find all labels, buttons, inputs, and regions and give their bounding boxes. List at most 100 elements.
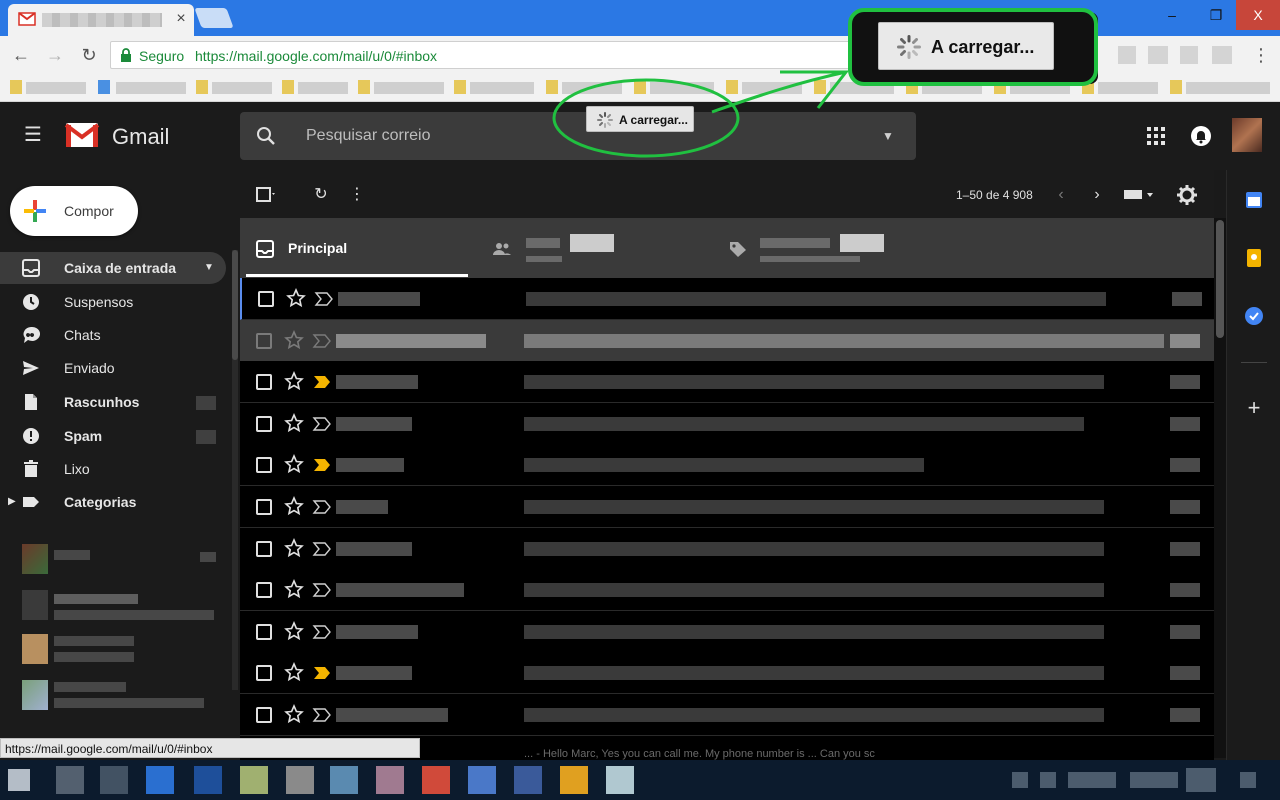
notification-center-icon[interactable] — [1240, 772, 1256, 788]
bookmark-folder-icon[interactable] — [1170, 80, 1182, 94]
row-checkbox[interactable] — [256, 623, 272, 640]
calendar-icon[interactable] — [1244, 190, 1264, 210]
tray-icons-blurred[interactable] — [1130, 772, 1178, 788]
sidebar-item-snoozed[interactable]: Suspensos — [0, 286, 226, 318]
important-marker-icon[interactable] — [314, 290, 334, 308]
mail-list-scrollbar-thumb[interactable] — [1216, 220, 1224, 338]
hangouts-contact[interactable] — [0, 540, 232, 580]
forward-arrow-icon[interactable]: → — [44, 44, 66, 66]
newer-page-icon[interactable]: ‹ — [1050, 184, 1072, 206]
sidebar-item-categories[interactable]: ▶ Categorias — [0, 486, 226, 518]
bookmark-folder-icon[interactable] — [634, 80, 646, 94]
table-row[interactable] — [240, 444, 1214, 487]
hangouts-contact[interactable] — [0, 630, 232, 670]
tray-icon[interactable] — [1012, 772, 1028, 788]
bookmark-item[interactable] — [212, 82, 272, 94]
window-close-button[interactable]: X — [1236, 0, 1280, 30]
star-icon[interactable] — [284, 537, 304, 558]
back-arrow-icon[interactable]: ← — [10, 44, 32, 66]
important-marker-icon[interactable] — [312, 373, 332, 391]
row-checkbox[interactable] — [256, 332, 272, 349]
important-marker-icon[interactable] — [312, 581, 332, 599]
taskbar-app-icon[interactable] — [56, 766, 84, 794]
table-row[interactable] — [240, 402, 1214, 445]
new-tab-button[interactable] — [194, 8, 234, 28]
older-page-icon[interactable]: › — [1086, 184, 1108, 206]
tab-close-icon[interactable]: × — [172, 10, 190, 28]
row-checkbox[interactable] — [256, 457, 272, 474]
bookmark-item[interactable] — [116, 82, 186, 94]
taskbar-app-icon[interactable] — [606, 766, 634, 794]
bookmark-folder-icon[interactable] — [454, 80, 466, 94]
sidebar-item-inbox[interactable]: Caixa de entrada ▼ — [0, 252, 226, 284]
bookmark-item[interactable] — [374, 82, 444, 94]
row-checkbox[interactable] — [256, 415, 272, 432]
row-checkbox[interactable] — [256, 582, 272, 599]
add-addon-icon[interactable]: + — [1244, 397, 1264, 419]
browser-tab-gmail[interactable]: × — [8, 4, 194, 36]
important-marker-icon[interactable] — [312, 706, 332, 724]
bookmark-item[interactable] — [26, 82, 86, 94]
star-icon[interactable] — [286, 288, 306, 308]
table-row[interactable] — [240, 278, 1214, 320]
row-checkbox[interactable] — [256, 540, 272, 557]
reload-icon[interactable]: ↻ — [78, 44, 100, 66]
important-marker-icon[interactable] — [312, 664, 332, 682]
important-marker-icon[interactable] — [312, 623, 332, 641]
star-icon[interactable] — [284, 704, 304, 724]
taskbar-app-icon[interactable] — [194, 766, 222, 794]
bookmark-item[interactable] — [742, 82, 802, 94]
bookmark-item[interactable] — [1098, 82, 1158, 94]
apps-grid-icon[interactable] — [1146, 126, 1166, 146]
table-row[interactable] — [240, 569, 1214, 612]
tray-icon[interactable] — [1040, 772, 1056, 788]
input-tools-icon[interactable] — [1122, 184, 1156, 206]
tab-principal[interactable]: Principal — [240, 218, 468, 278]
search-box[interactable]: ▼ — [240, 112, 916, 160]
sidebar-item-trash[interactable]: Lixo — [0, 453, 226, 485]
address-bar[interactable]: Seguro https://mail.google.com/mail/u/0/… — [110, 41, 850, 69]
sidebar-item-spam[interactable]: Spam — [0, 420, 226, 452]
more-options-icon[interactable]: ⋮ — [346, 184, 368, 206]
sidebar-item-drafts[interactable]: Rascunhos — [0, 386, 226, 418]
main-menu-icon[interactable]: ☰ — [22, 124, 44, 146]
table-row[interactable] — [240, 694, 1214, 736]
browser-menu-icon[interactable]: ⋮ — [1252, 44, 1270, 66]
important-marker-icon[interactable] — [312, 456, 332, 474]
star-icon[interactable] — [284, 454, 304, 474]
extension-icon[interactable] — [1180, 46, 1198, 64]
row-checkbox[interactable] — [256, 665, 272, 682]
taskbar-app-icon[interactable] — [376, 766, 404, 794]
sidebar-scrollbar[interactable] — [232, 250, 238, 690]
taskbar-app-icon[interactable] — [468, 766, 496, 794]
mail-list-scrollbar[interactable] — [1214, 218, 1226, 758]
table-row[interactable] — [240, 361, 1214, 404]
bookmark-folder-icon[interactable] — [546, 80, 558, 94]
row-checkbox[interactable] — [256, 707, 272, 723]
taskbar-app-icon[interactable] — [286, 766, 314, 794]
bookmark-folder-icon[interactable] — [10, 80, 22, 94]
expand-caret-icon[interactable]: ▶ — [8, 495, 18, 509]
taskbar-app-icon[interactable] — [330, 766, 358, 794]
taskbar-app-icon[interactable] — [146, 766, 174, 794]
bookmark-item[interactable] — [562, 82, 622, 94]
star-icon[interactable] — [284, 496, 304, 516]
table-row[interactable] — [240, 527, 1214, 570]
tab-promotions[interactable] — [724, 218, 944, 278]
sidebar-item-sent[interactable]: Enviado — [0, 352, 226, 384]
important-marker-icon[interactable] — [312, 498, 332, 516]
clock-blurred[interactable] — [1186, 768, 1216, 792]
bookmark-folder-icon[interactable] — [358, 80, 370, 94]
extension-icon[interactable] — [1118, 46, 1136, 64]
window-maximize-button[interactable]: ❐ — [1194, 0, 1238, 30]
star-icon[interactable] — [284, 412, 304, 433]
extension-icon[interactable] — [1212, 46, 1232, 64]
star-icon[interactable] — [284, 329, 304, 350]
important-marker-icon[interactable] — [312, 540, 332, 558]
table-row[interactable] — [240, 319, 1214, 362]
important-marker-icon[interactable] — [312, 332, 332, 350]
table-row[interactable] — [240, 486, 1214, 528]
sidebar-item-chats[interactable]: Chats — [0, 319, 226, 351]
chrome-taskbar-icon[interactable] — [422, 766, 450, 794]
star-icon[interactable] — [284, 579, 304, 599]
